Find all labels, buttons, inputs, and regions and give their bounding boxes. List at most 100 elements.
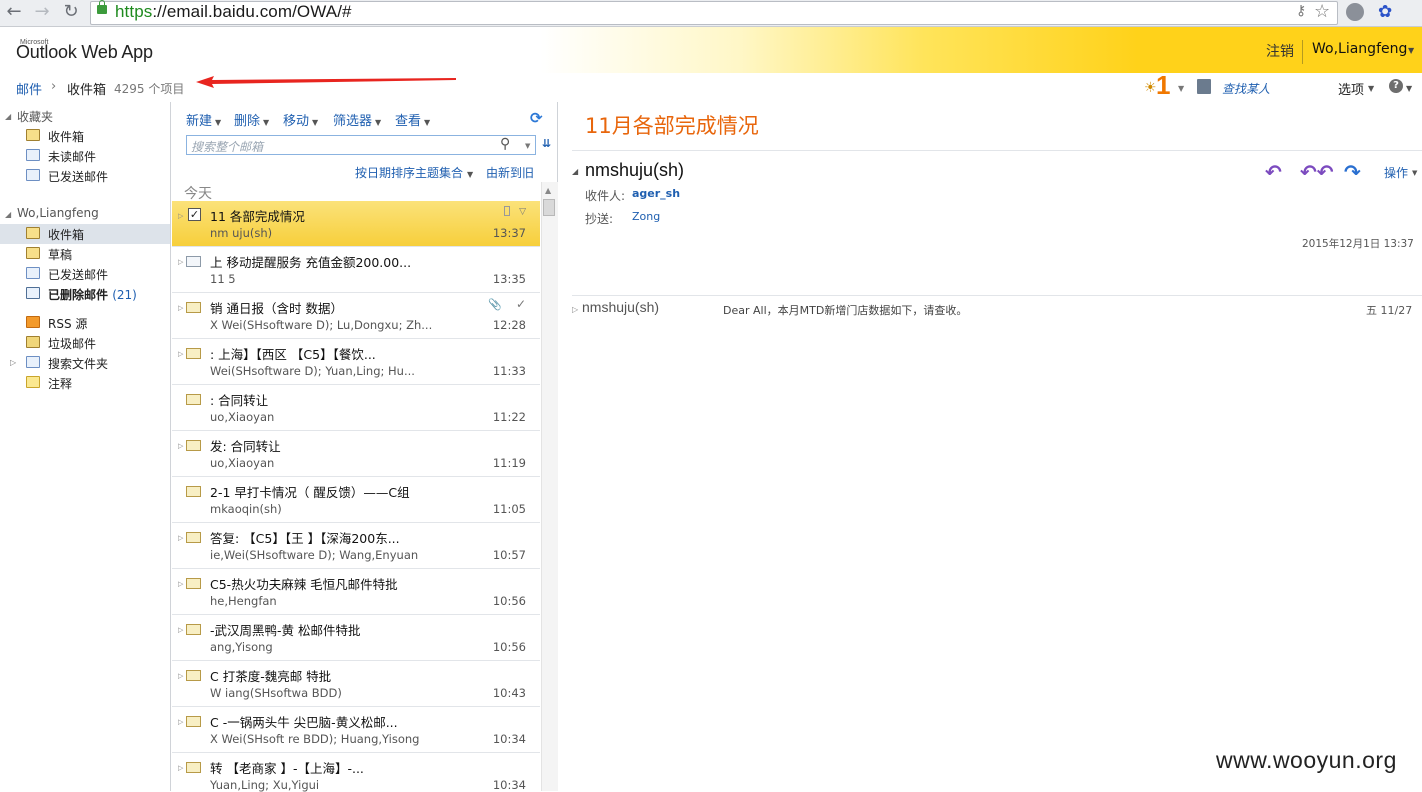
message-row-selected[interactable]: ▷ ✓ 11 各部完成情况 nm uju(sh) ▽ 13:37 bbox=[172, 201, 540, 247]
expand-triangle-icon[interactable]: ▷ bbox=[178, 672, 183, 680]
message-row[interactable]: 2-1 早打卡情况（ 醒反馈）——C组 mkaoqin(sh) 11:05 bbox=[172, 477, 540, 523]
expand-triangle-icon[interactable]: ▷ bbox=[178, 626, 183, 634]
chevron-down-icon[interactable]: ▼ bbox=[1412, 169, 1417, 177]
nav-label: 收件箱 bbox=[48, 130, 85, 144]
expand-search-icon[interactable]: ⇊ bbox=[542, 137, 551, 150]
sign-out-link[interactable]: 注销 bbox=[1266, 41, 1294, 61]
expand-triangle-icon[interactable]: ▷ bbox=[178, 764, 183, 772]
expand-triangle-icon[interactable]: ▷ bbox=[178, 258, 183, 266]
expand-triangle-icon[interactable]: ▷ bbox=[178, 350, 183, 358]
delete-button[interactable]: 删除 ▼ bbox=[234, 110, 269, 129]
folder-item-notes[interactable]: 注释 bbox=[0, 373, 170, 393]
favorites-header[interactable]: 收藏夹 bbox=[17, 108, 53, 125]
url-text[interactable]: https://email.baidu.com/OWA/# bbox=[115, 2, 352, 22]
message-row[interactable]: ▷ -武汉周黑鸭-黄 松邮件特批 ang,Yisong 10:56 bbox=[172, 615, 540, 661]
help-icon[interactable]: ? bbox=[1389, 79, 1403, 93]
filter-button[interactable]: 筛选器 ▼ bbox=[333, 110, 381, 129]
chevron-down-icon[interactable]: ▼ bbox=[525, 142, 530, 150]
reading-sender[interactable]: nmshuju(sh) bbox=[585, 160, 684, 181]
search-placeholder[interactable]: 搜索整个邮箱 bbox=[191, 138, 263, 155]
message-row[interactable]: ▷ C -一锅两头牛 尖巴脑-黄义松邮... X Wei(SHsoft re B… bbox=[172, 707, 540, 753]
message-subject: -武汉周黑鸭-黄 松邮件特批 bbox=[210, 623, 361, 638]
notes-folder-icon bbox=[26, 376, 40, 388]
flag-icon[interactable]: ▽ bbox=[519, 207, 526, 217]
folder-item-junk[interactable]: 垃圾邮件 bbox=[0, 333, 170, 353]
message-row[interactable]: : 合同转让 uo,Xiaoyan 11:22 bbox=[172, 385, 540, 431]
chevron-down-icon[interactable]: ▼ bbox=[1368, 84, 1374, 93]
message-row[interactable]: ▷ 答复: 【C5】【王 】【深海200东... ie,Wei(SHsoftwa… bbox=[172, 523, 540, 569]
delete-icon[interactable] bbox=[504, 206, 510, 216]
chevron-down-icon[interactable]: ▼ bbox=[1178, 84, 1184, 93]
expand-triangle-icon[interactable]: ▷ bbox=[178, 718, 183, 726]
reload-icon[interactable]: ↻ bbox=[61, 2, 81, 22]
chevron-down-icon[interactable]: ▼ bbox=[1408, 46, 1414, 55]
reply-all-icon[interactable]: ↶↶ bbox=[1300, 160, 1334, 184]
sort-order-link[interactable]: 由新到旧 bbox=[486, 164, 534, 181]
expand-triangle-icon[interactable]: ▷ bbox=[178, 580, 183, 588]
search-icon[interactable]: ⚲ bbox=[500, 136, 510, 152]
row-checkbox[interactable]: ✓ bbox=[188, 208, 201, 221]
scroll-up-icon[interactable]: ▲ bbox=[545, 186, 551, 195]
message-row[interactable]: ▷ : 上海】【西区 【C5】【餐饮... Wei(SHsoftware D);… bbox=[172, 339, 540, 385]
search-folder-icon bbox=[26, 149, 40, 161]
conversation-sender[interactable]: nmshuju(sh) bbox=[582, 299, 659, 315]
globe-icon[interactable] bbox=[1346, 3, 1364, 21]
breadcrumb-mail[interactable]: 邮件 bbox=[16, 79, 42, 98]
message-row[interactable]: ▷ C 打茶度-魏亮邮 特批 W iang(SHsoftwa BDD) 10:4… bbox=[172, 661, 540, 707]
conversation-preview[interactable]: Dear All，本月MTD新增门店数据如下，请查收。 bbox=[723, 302, 967, 318]
message-subject: 上 移动提醒服务 充值金额200.00... bbox=[210, 255, 412, 270]
refresh-icon[interactable]: ⟳ bbox=[530, 109, 543, 127]
folder-item-sent[interactable]: 已发送邮件 bbox=[0, 264, 170, 284]
forward-icon[interactable]: ↷ bbox=[1344, 160, 1361, 184]
reply-icon[interactable]: ↶ bbox=[1265, 160, 1282, 184]
new-button[interactable]: 新建 ▼ bbox=[186, 110, 221, 129]
to-recipient[interactable]: ager_sh bbox=[632, 187, 680, 200]
chevron-down-icon[interactable]: ▼ bbox=[1406, 84, 1412, 93]
address-book-icon[interactable] bbox=[1197, 79, 1211, 94]
expand-triangle-icon[interactable]: ▷ bbox=[572, 305, 578, 314]
fav-item-inbox[interactable]: 收件箱 bbox=[0, 126, 170, 146]
options-menu[interactable]: 选项 bbox=[1338, 79, 1364, 98]
expand-triangle-icon[interactable]: ▷ bbox=[178, 304, 183, 312]
move-button[interactable]: 移动 ▼ bbox=[283, 110, 318, 129]
find-someone-input[interactable]: 查找某人 bbox=[1222, 80, 1270, 97]
folder-item-deleted[interactable]: 已删除邮件 (21) bbox=[0, 284, 170, 304]
cc-recipient[interactable]: Zong bbox=[632, 210, 660, 223]
bookmark-star-icon[interactable]: ☆ bbox=[1314, 1, 1330, 22]
view-button[interactable]: 查看 ▼ bbox=[395, 110, 430, 129]
expand-triangle-icon[interactable]: ▷ bbox=[178, 442, 183, 450]
reminder-bell-icon[interactable]: ☀ bbox=[1144, 80, 1157, 96]
mailbox-header[interactable]: Wo,Liangfeng bbox=[17, 206, 99, 220]
message-sender: X Wei(SHsoftware D); Lu,Dongxu; Zh... bbox=[210, 318, 433, 332]
actions-menu[interactable]: 操作 bbox=[1384, 164, 1408, 181]
header-divider bbox=[1302, 40, 1303, 64]
user-name[interactable]: Wo,Liangfeng bbox=[1312, 41, 1407, 57]
scrollbar-thumb[interactable] bbox=[543, 199, 555, 216]
sort-by-dropdown[interactable]: 按日期排序主题集合 ▼ bbox=[355, 164, 473, 181]
junk-folder-icon bbox=[26, 336, 40, 348]
collapse-triangle-icon[interactable]: ◢ bbox=[5, 210, 11, 219]
message-row[interactable]: ▷ 上 移动提醒服务 充值金额200.00... 11 5 13:35 bbox=[172, 247, 540, 293]
key-icon[interactable]: ⚷ bbox=[1296, 3, 1306, 19]
forward-nav-icon[interactable]: → bbox=[32, 2, 52, 22]
fav-item-sent[interactable]: 已发送邮件 bbox=[0, 166, 170, 186]
folder-item-drafts[interactable]: 草稿 bbox=[0, 244, 170, 264]
back-icon[interactable]: ← bbox=[4, 2, 24, 22]
list-scrollbar[interactable] bbox=[541, 182, 558, 791]
collapse-triangle-icon[interactable]: ◢ bbox=[5, 112, 11, 121]
folder-item-inbox[interactable]: 收件箱 bbox=[0, 224, 170, 244]
message-row[interactable]: ▷ 转 【老商家 】-【上海】-... Yuan,Ling; Xu,Yigui … bbox=[172, 753, 540, 792]
inbox-folder-icon bbox=[26, 227, 40, 239]
fav-item-unread[interactable]: 未读邮件 bbox=[0, 146, 170, 166]
message-row[interactable]: ▷ 发: 合同转让 uo,Xiaoyan 11:19 bbox=[172, 431, 540, 477]
message-row[interactable]: ▷ 销 通日报（含时 数据） X Wei(SHsoftware D); Lu,D… bbox=[172, 293, 540, 339]
complete-check-icon[interactable]: ✓ bbox=[516, 297, 526, 311]
expand-triangle-icon[interactable]: ▷ bbox=[178, 212, 183, 220]
folder-item-rss[interactable]: RSS 源 bbox=[0, 313, 170, 333]
collapse-triangle-icon[interactable]: ◢ bbox=[572, 167, 578, 176]
expand-triangle-icon[interactable]: ▷ bbox=[178, 534, 183, 542]
message-row[interactable]: ▷ C5-热火功夫麻辣 毛恒凡邮件特批 he,Hengfan 10:56 bbox=[172, 569, 540, 615]
folder-item-search-folders[interactable]: 搜索文件夹 bbox=[0, 353, 170, 373]
message-sender: uo,Xiaoyan bbox=[210, 456, 275, 470]
baidu-paw-icon[interactable]: ✿ bbox=[1378, 2, 1392, 22]
